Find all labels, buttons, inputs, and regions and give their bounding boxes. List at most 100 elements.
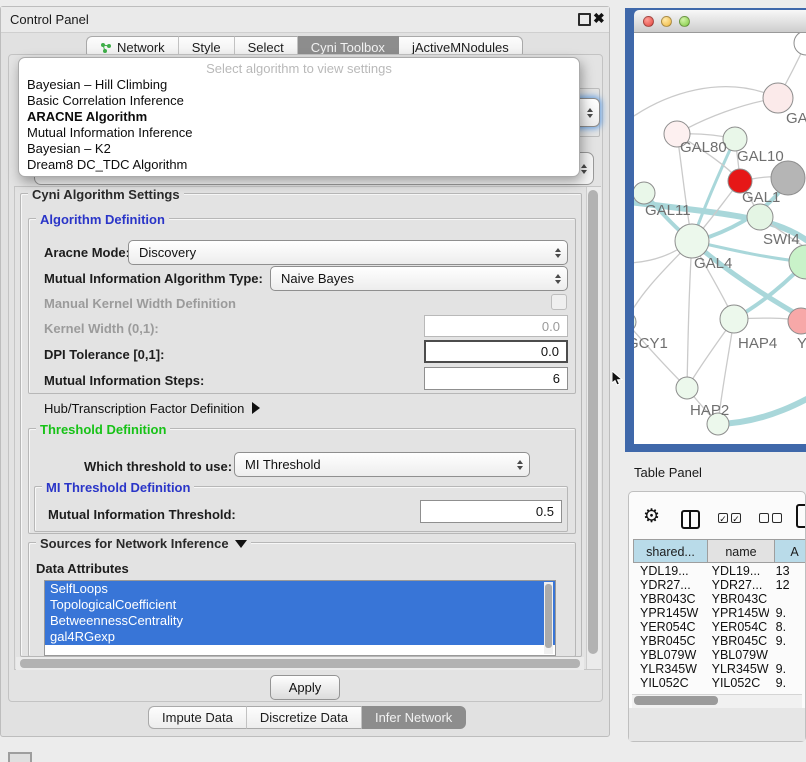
network-node-label: GAL11 xyxy=(645,202,691,219)
gear-icon[interactable]: ⚙ xyxy=(643,505,660,528)
mi-threshold-field[interactable]: 0.5 xyxy=(420,500,562,523)
table-cell: YER054C xyxy=(633,620,705,634)
table-row[interactable]: YBL079WYBL079W xyxy=(633,648,806,662)
table-row[interactable]: YBR045CYBR045C9. xyxy=(633,634,806,648)
dpi-tolerance-label: DPI Tolerance [0,1]: xyxy=(44,347,164,362)
table-cell: YBR045C xyxy=(705,634,769,648)
network-canvas[interactable]: GALGAL80GAL10GAL1GAL11SWI4GAL4HAP4YGCY1H… xyxy=(634,33,806,444)
data-attribute-item[interactable]: SelfLoops xyxy=(45,581,555,597)
table-row[interactable]: YDL19...YDL19...13 xyxy=(633,564,806,578)
network-window-titlebar[interactable] xyxy=(634,10,806,33)
select-all-checkboxes-icon[interactable]: ✓✓ xyxy=(718,513,741,523)
algorithm-option[interactable]: Bayesian – K2 xyxy=(19,141,579,157)
algorithm-option[interactable]: Mutual Information Inference xyxy=(19,125,579,141)
close-traffic-light[interactable] xyxy=(643,16,654,27)
network-node-label: GCY1 xyxy=(634,335,668,352)
hub-definition-disclosure[interactable]: Hub/Transcription Factor Definition xyxy=(44,401,260,416)
table-cell: YIL052C xyxy=(705,676,769,690)
combo-stepper-icon xyxy=(555,274,561,284)
tab-impute-data[interactable]: Impute Data xyxy=(148,706,247,729)
horizontal-scrollbar-thumb[interactable] xyxy=(20,659,580,668)
network-node[interactable] xyxy=(634,312,636,332)
tab-label: Infer Network xyxy=(375,707,452,729)
list-scrollbar-thumb[interactable] xyxy=(545,584,552,648)
column-header-name[interactable]: name xyxy=(708,539,775,563)
data-attribute-item[interactable]: BetweennessCentrality xyxy=(45,613,555,629)
network-node-label: GAL10 xyxy=(737,148,784,165)
table-horizontal-scrollbar-thumb[interactable] xyxy=(634,696,718,705)
table-row[interactable]: YBR043CYBR043C xyxy=(633,592,806,606)
network-node[interactable] xyxy=(675,224,709,258)
algorithm-popup-list: Bayesian – Hill ClimbingBasic Correlatio… xyxy=(19,77,579,173)
mi-steps-field[interactable]: 6 xyxy=(424,367,568,390)
column-header-partial[interactable]: A xyxy=(775,539,806,563)
combo-stepper-icon xyxy=(581,164,587,174)
combo-stepper-icon xyxy=(587,108,593,118)
table-cell: 12 xyxy=(769,578,806,592)
network-node[interactable] xyxy=(676,377,698,399)
table-header: shared... name A xyxy=(633,539,806,563)
collapsed-panel-icon[interactable] xyxy=(8,752,32,762)
table-cell: YER054C xyxy=(705,620,769,634)
table-cell: YBR043C xyxy=(705,592,769,606)
algorithm-option[interactable]: Basic Correlation Inference xyxy=(19,93,579,109)
dpi-tolerance-field[interactable]: 0.0 xyxy=(424,340,568,363)
table-row[interactable]: YIL052CYIL052C9. xyxy=(633,676,806,690)
disclosure-down-icon xyxy=(235,540,247,548)
network-node[interactable] xyxy=(763,83,793,113)
algorithm-option[interactable]: Bayesian – Hill Climbing xyxy=(19,77,579,93)
table-row[interactable]: YPR145WYPR145W9. xyxy=(633,606,806,620)
table-row[interactable]: YLR345WYLR345W9. xyxy=(633,662,806,676)
columns-icon[interactable] xyxy=(681,510,700,529)
table-body[interactable]: YDL19...YDL19...13YDR27...YDR27...12YBR0… xyxy=(633,564,806,691)
apply-button[interactable]: Apply xyxy=(270,675,340,700)
network-node-label: Y xyxy=(797,335,806,352)
which-threshold-combobox[interactable]: MI Threshold xyxy=(234,452,530,477)
control-panel-titlebar[interactable] xyxy=(1,7,609,33)
table-panel-title: Table Panel xyxy=(634,465,702,480)
algorithm-option[interactable]: ARACNE Algorithm xyxy=(19,109,579,125)
aracne-mode-label: Aracne Mode: xyxy=(44,245,130,260)
mi-type-label: Mutual Information Algorithm Type: xyxy=(44,271,263,286)
combo-value: Naive Bayes xyxy=(281,271,354,286)
combo-value: Discovery xyxy=(139,245,196,260)
group-title: MI Threshold Definition xyxy=(42,480,194,495)
vertical-scrollbar-thumb[interactable] xyxy=(588,190,598,654)
table-row[interactable]: YER054CYER054C8. xyxy=(633,620,806,634)
close-icon[interactable]: ✖ xyxy=(593,10,605,27)
which-threshold-label: Which threshold to use: xyxy=(84,459,232,474)
mouse-cursor xyxy=(612,371,624,392)
mi-type-combobox[interactable]: Naive Bayes xyxy=(270,266,568,291)
network-node-label: GAL4 xyxy=(694,255,732,272)
network-node[interactable] xyxy=(634,182,655,204)
network-node-label: SWI4 xyxy=(763,231,800,248)
tab-discretize-data[interactable]: Discretize Data xyxy=(247,706,362,729)
table-cell: 8. xyxy=(769,620,806,634)
algorithm-option[interactable]: Dream8 DC_TDC Algorithm xyxy=(19,157,579,173)
zoom-traffic-light[interactable] xyxy=(679,16,690,27)
tab-infer-network[interactable]: Infer Network xyxy=(362,706,466,729)
mi-steps-label: Mutual Information Steps: xyxy=(44,373,204,388)
table-panel-footer xyxy=(629,708,805,741)
cyni-bottom-tabbar: Impute Data Discretize Data Infer Networ… xyxy=(148,706,466,729)
table-cell: YBR045C xyxy=(633,634,705,648)
aracne-mode-combobox[interactable]: Discovery xyxy=(128,240,568,265)
table-cell xyxy=(769,648,806,662)
export-table-icon[interactable] xyxy=(796,504,806,528)
mi-threshold-label: Mutual Information Threshold: xyxy=(48,507,236,522)
algorithm-dropdown-popup: Select algorithm to view settings Bayesi… xyxy=(18,57,580,177)
float-window-icon[interactable] xyxy=(578,13,591,26)
sources-group-title[interactable]: Sources for Network Inference xyxy=(36,536,251,551)
column-header-shared-name[interactable]: shared... xyxy=(633,539,708,563)
network-node[interactable] xyxy=(794,33,806,55)
network-view-window: GALGAL80GAL10GAL1GAL11SWI4GAL4HAP4YGCY1H… xyxy=(634,10,806,444)
data-attributes-list[interactable]: SelfLoopsTopologicalCoefficientBetweenne… xyxy=(44,580,556,656)
data-attribute-item[interactable]: gal4RGexp xyxy=(45,629,555,645)
minimize-traffic-light[interactable] xyxy=(661,16,672,27)
network-node[interactable] xyxy=(720,305,748,333)
network-node[interactable] xyxy=(747,204,773,230)
table-cell: 9. xyxy=(769,676,806,690)
table-row[interactable]: YDR27...YDR27...12 xyxy=(633,578,806,592)
deselect-all-checkboxes-icon[interactable] xyxy=(759,513,782,523)
data-attribute-item[interactable]: TopologicalCoefficient xyxy=(45,597,555,613)
